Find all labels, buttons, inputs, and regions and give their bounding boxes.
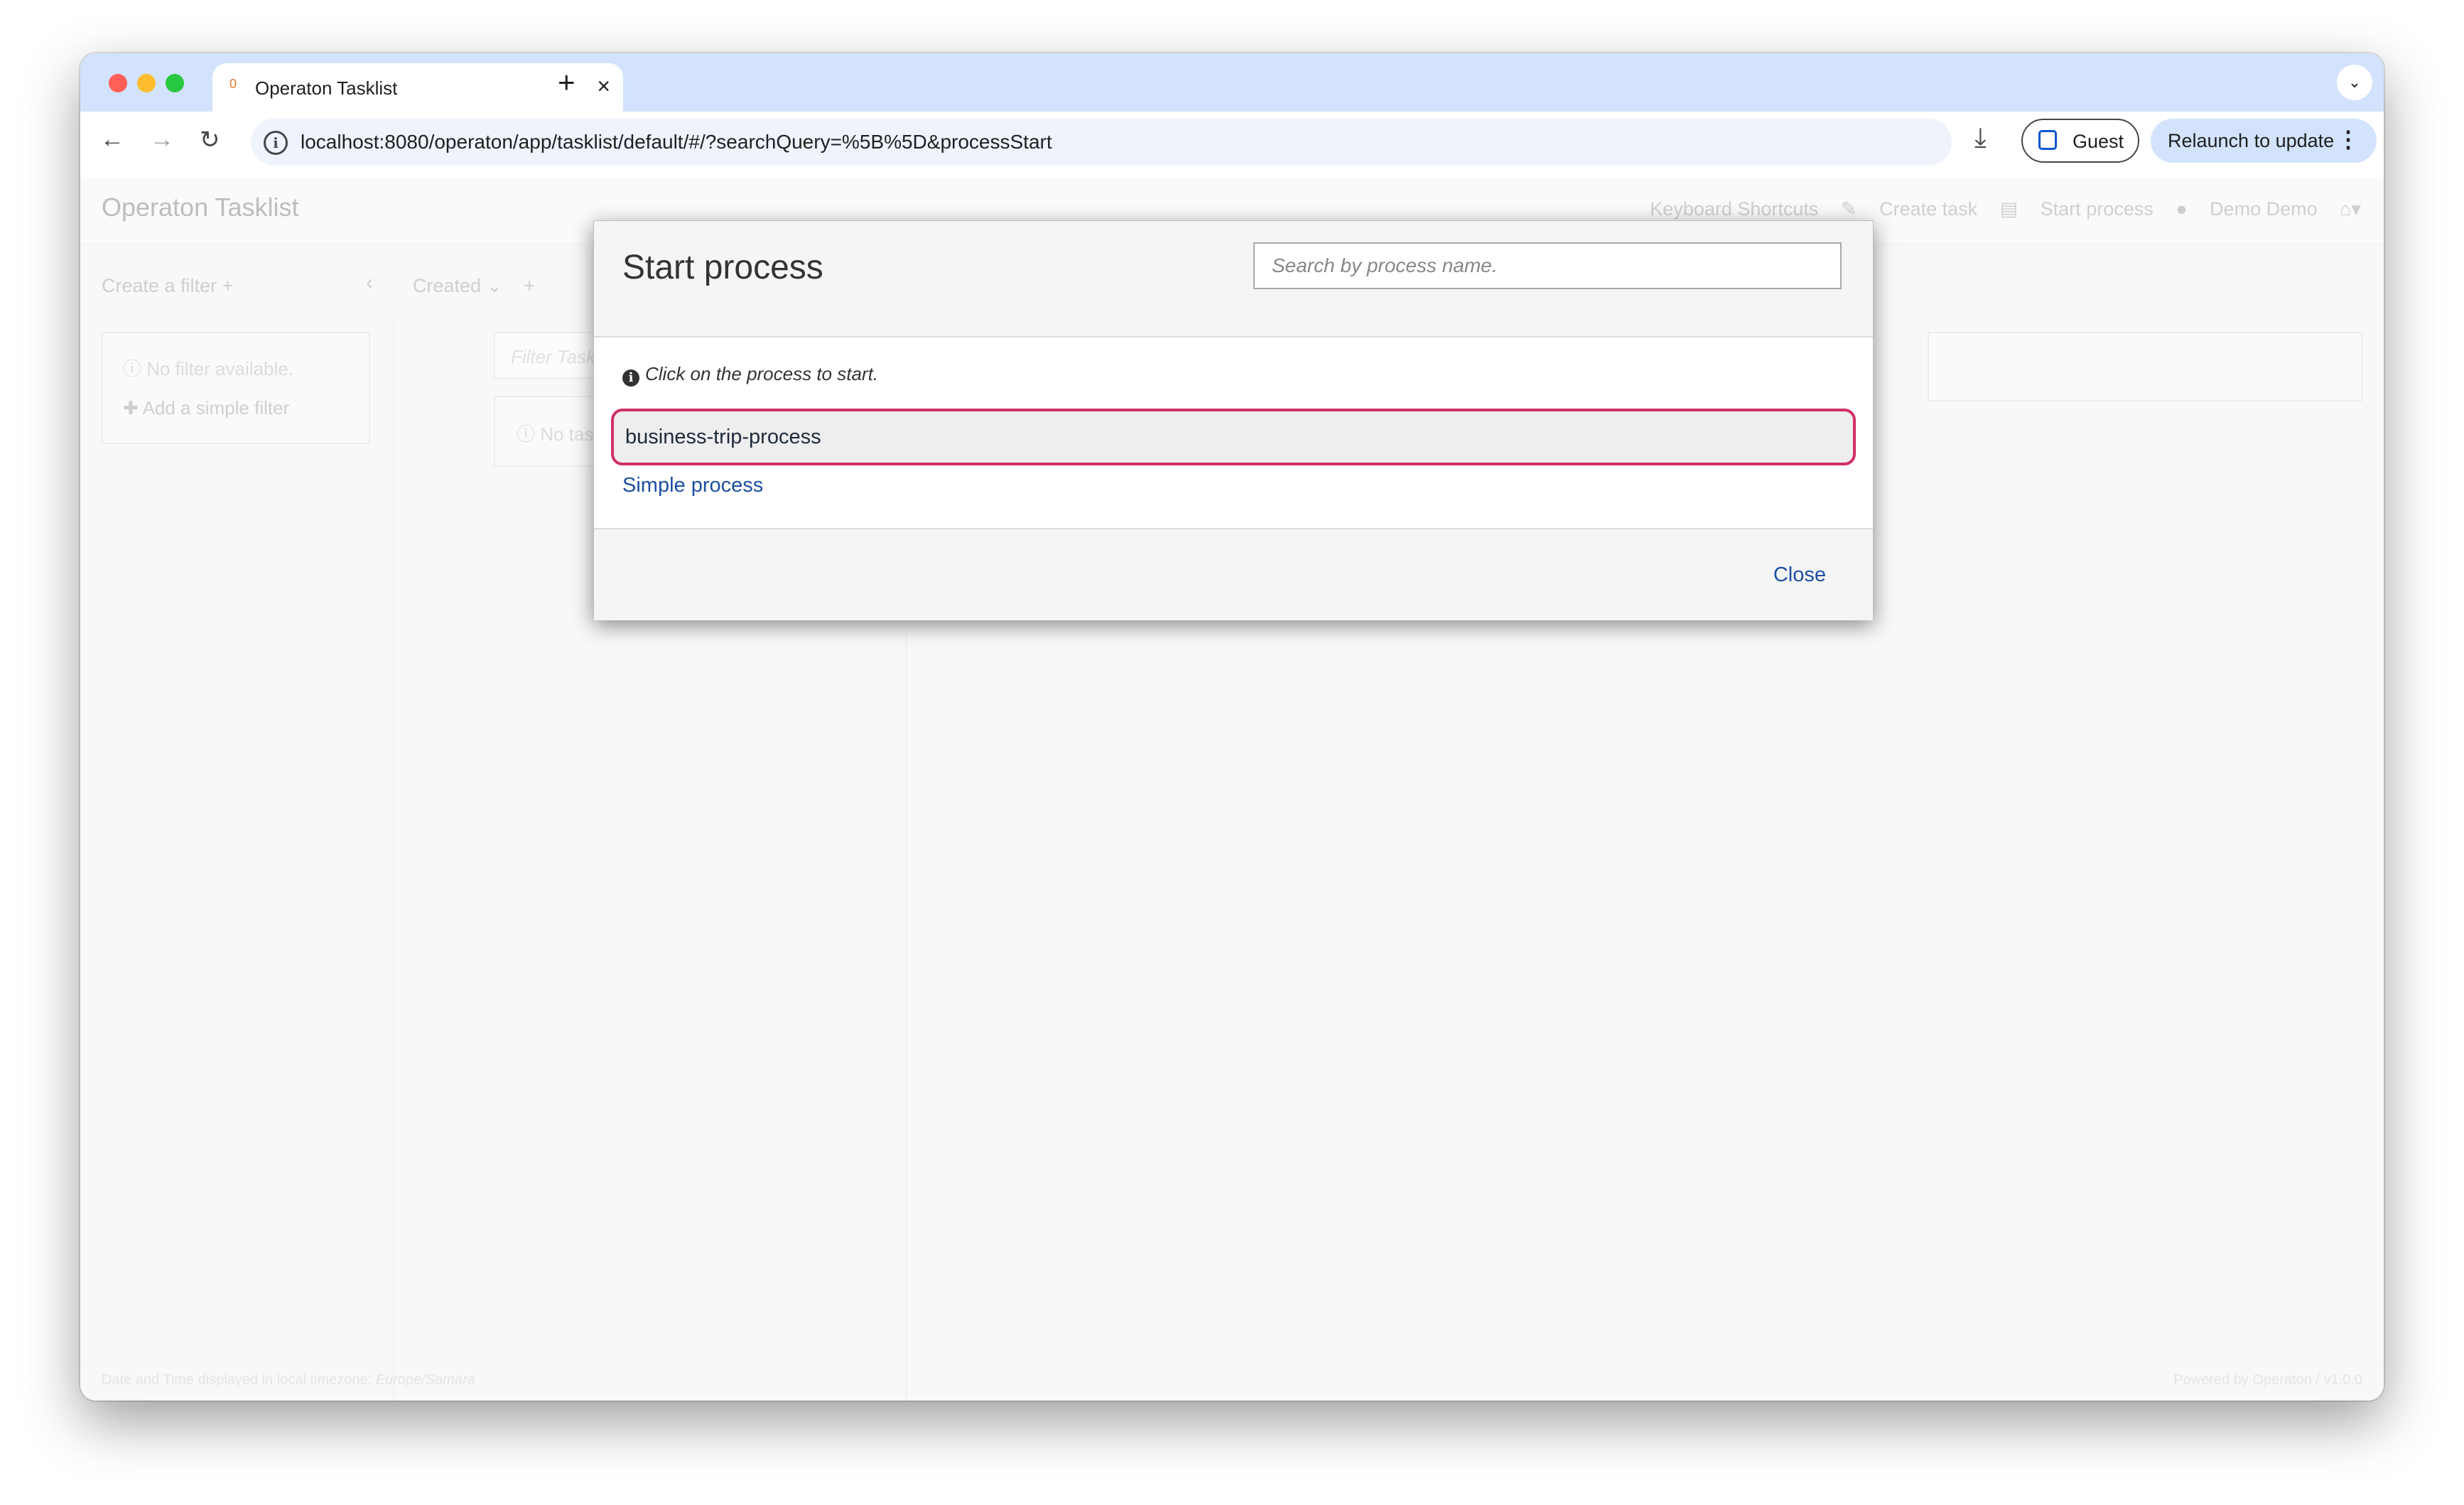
more-vert-icon[interactable]: ⋮: [2337, 126, 2360, 153]
modal-footer: Close: [594, 528, 1873, 620]
url-text[interactable]: localhost:8080/operaton/app/tasklist/def…: [301, 131, 1052, 153]
minimize-window-button[interactable]: [137, 74, 156, 92]
maximize-window-button[interactable]: [166, 74, 184, 92]
back-arrow-icon[interactable]: ←: [100, 126, 124, 153]
process-search-input[interactable]: [1253, 242, 1842, 289]
hint-label: Click on the process to start.: [645, 363, 879, 384]
profile-icon: [2038, 130, 2057, 150]
close-button[interactable]: Close: [1773, 563, 1826, 587]
close-tab-icon[interactable]: ×: [597, 73, 610, 99]
tab-title: Operaton Tasklist: [255, 77, 398, 99]
modal-header: Start process: [594, 221, 1873, 338]
browser-toolbar: ← → ↻ i localhost:8080/operaton/app/task…: [80, 112, 2384, 178]
hint-text: i Click on the process to start.: [622, 363, 878, 387]
browser-window: 0 Operaton Tasklist × + ⌄ ← → ↻ i localh…: [80, 53, 2384, 1401]
process-item-business-trip[interactable]: business-trip-process: [611, 409, 1856, 465]
forward-arrow-icon[interactable]: →: [150, 126, 174, 153]
relaunch-button[interactable]: Relaunch to update ⋮: [2151, 119, 2377, 163]
tab-bar: 0 Operaton Tasklist × + ⌄: [80, 53, 2384, 112]
process-item-simple[interactable]: Simple process: [622, 474, 763, 497]
tab-search-chevron-icon[interactable]: ⌄: [2337, 65, 2372, 100]
app-page: Operaton Tasklist Keyboard Shortcuts ✎ C…: [80, 178, 2384, 1401]
close-window-button[interactable]: [109, 74, 127, 92]
guest-profile-button[interactable]: Guest: [2021, 119, 2139, 163]
relaunch-label: Relaunch to update: [2168, 130, 2335, 151]
info-icon: i: [622, 369, 639, 387]
favicon-icon: 0: [229, 77, 237, 91]
site-info-icon[interactable]: i: [264, 131, 288, 155]
reload-icon[interactable]: ↻: [200, 126, 220, 154]
guest-label: Guest: [2073, 131, 2124, 152]
download-icon[interactable]: ⤓: [1974, 123, 1987, 153]
address-bar[interactable]: i localhost:8080/operaton/app/tasklist/d…: [251, 119, 1952, 166]
start-process-modal: Start process i Click on the process to s…: [593, 220, 1874, 620]
process-item-label: business-trip-process: [625, 426, 821, 448]
modal-title: Start process: [622, 249, 823, 286]
modal-body: i Click on the process to start. business…: [594, 338, 1873, 528]
new-tab-icon[interactable]: +: [558, 65, 576, 99]
